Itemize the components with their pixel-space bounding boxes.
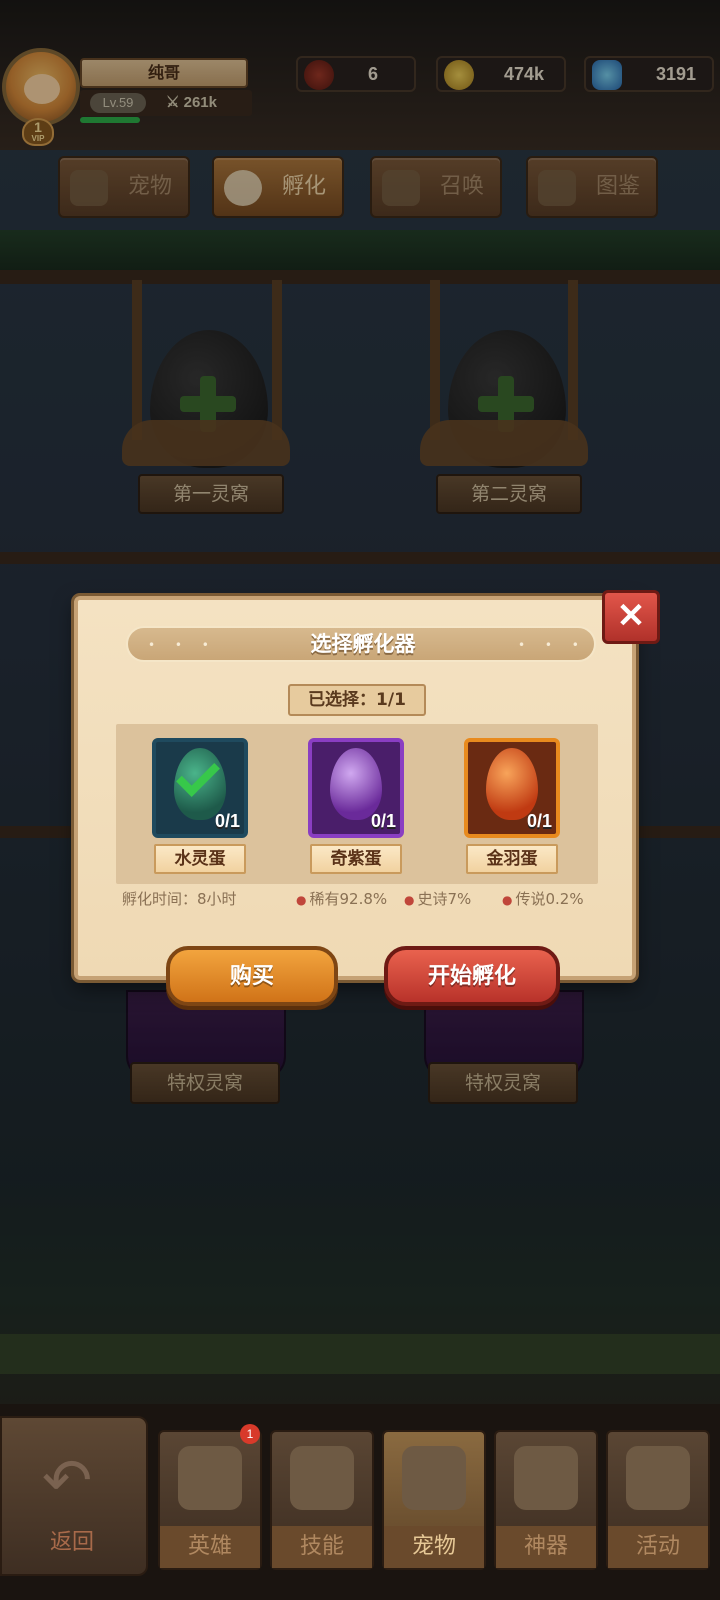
notification-badge: 1 <box>240 1424 260 1444</box>
nav-hero-label: 英雄 <box>160 1526 260 1568</box>
nav-pet[interactable]: 宠物 <box>382 1430 486 1570</box>
nav-event-label: 活动 <box>608 1526 708 1568</box>
egg-card-purple[interactable]: 0/1 <box>308 738 404 838</box>
wings-icon <box>402 1446 466 1510</box>
purple-egg-icon <box>330 748 382 820</box>
egg-card-water[interactable]: 0/1 <box>152 738 248 838</box>
drop-icon: ● <box>404 893 415 907</box>
nav-artifact-label: 神器 <box>496 1526 596 1568</box>
nav-artifact[interactable]: 神器 <box>494 1430 598 1570</box>
nav-pet-label: 宠物 <box>384 1526 484 1568</box>
back-arrow-icon: ↶ <box>42 1446 93 1516</box>
rarity-legend: ● 传说0.2% <box>502 886 584 913</box>
nav-skill-label: 技能 <box>272 1526 372 1568</box>
egg-count: 0/1 <box>370 811 396 831</box>
selected-count: 已选择：1/1 <box>288 684 426 716</box>
buy-button[interactable]: 购买 <box>166 946 338 1006</box>
rarity-epic: ● 史诗7% <box>404 886 471 913</box>
golden-egg-icon <box>486 748 538 820</box>
dialog-title-band: • • • 选择孵化器 • • • <box>126 626 596 662</box>
egg-count: 0/1 <box>214 811 240 831</box>
rarity-legend-text: 传说0.2% <box>515 890 584 908</box>
egg-name-purple: 奇紫蛋 <box>310 844 402 874</box>
nav-hero[interactable]: 英雄 <box>158 1430 262 1570</box>
start-hatch-button[interactable]: 开始孵化 <box>384 946 560 1006</box>
egg-name-golden: 金羽蛋 <box>466 844 558 874</box>
rarity-rare-text: 稀有92.8% <box>309 890 388 908</box>
hatch-time: 孵化时间：8小时 <box>122 890 237 908</box>
artifact-icon <box>514 1446 578 1510</box>
drop-icon: ● <box>502 893 513 907</box>
spellbook-icon <box>290 1446 354 1510</box>
egg-card-golden[interactable]: 0/1 <box>464 738 560 838</box>
rarity-rare: ● 稀有92.8% <box>296 886 387 913</box>
nav-skill[interactable]: 技能 <box>270 1430 374 1570</box>
drop-icon: ● <box>296 893 307 907</box>
select-incubator-dialog: • • • 选择孵化器 • • • 已选择：1/1 0/1 水灵蛋 0/1 奇紫… <box>74 596 636 980</box>
egg-panel: 0/1 水灵蛋 0/1 奇紫蛋 0/1 金羽蛋 <box>116 724 598 884</box>
ornament-dots: • • • <box>518 638 587 652</box>
rarity-epic-text: 史诗7% <box>417 890 472 908</box>
horn-icon <box>626 1446 690 1510</box>
nav-event[interactable]: 活动 <box>606 1430 710 1570</box>
back-button[interactable]: ↶ 返回 <box>0 1416 148 1576</box>
close-button[interactable]: ✕ <box>602 590 660 644</box>
helmet-icon <box>178 1446 242 1510</box>
back-label: 返回 <box>49 1530 94 1555</box>
egg-name-water: 水灵蛋 <box>154 844 246 874</box>
egg-count: 0/1 <box>526 811 552 831</box>
